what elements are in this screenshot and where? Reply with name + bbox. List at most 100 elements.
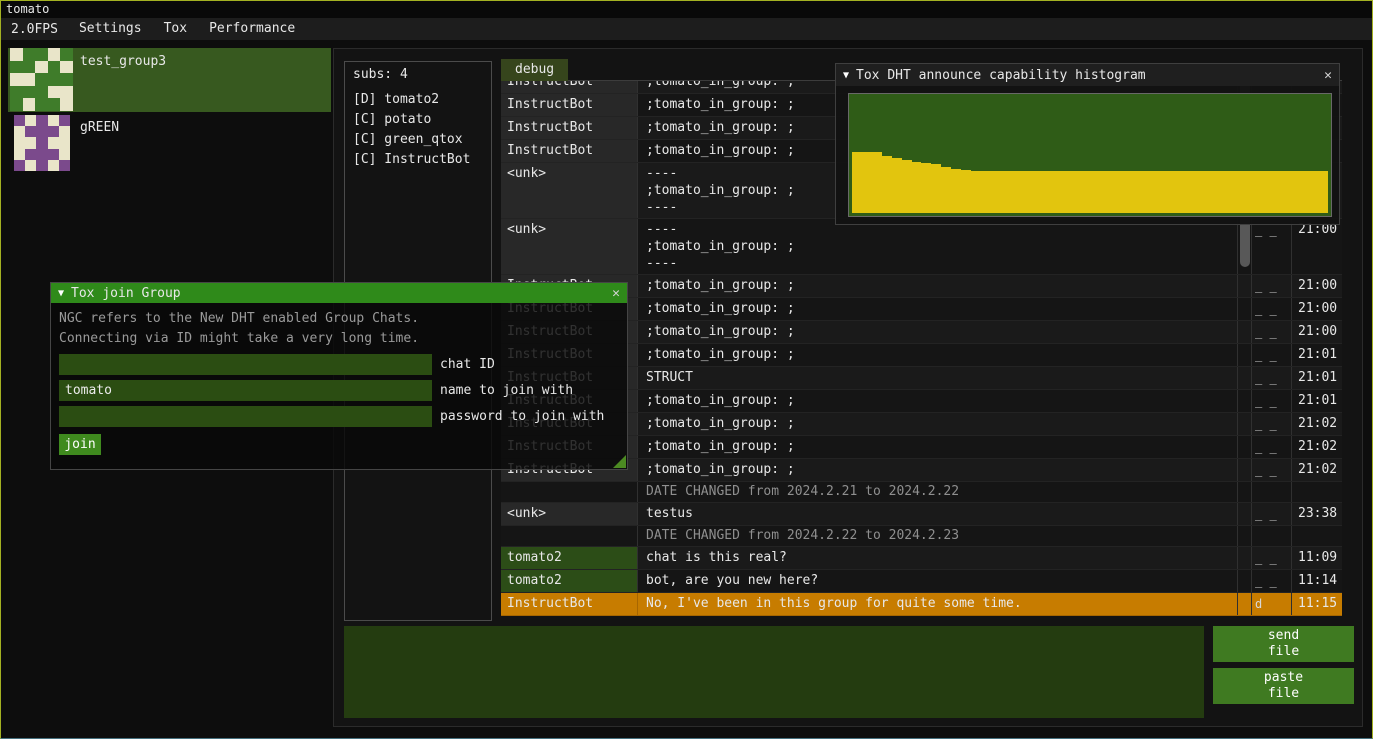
scrollbar-gutter — [1238, 570, 1252, 592]
message-input[interactable] — [344, 626, 1204, 718]
delivery-flags: _ _ — [1252, 570, 1292, 592]
join-button[interactable]: join — [59, 434, 101, 455]
timestamp: 21:00 — [1292, 219, 1342, 274]
sender-name: InstructBot — [501, 81, 638, 93]
group-item-test-group3[interactable]: test_group3 — [8, 48, 331, 112]
group-item-green[interactable]: gREEN — [8, 114, 331, 172]
chat-row[interactable]: tomato2bot, are you new here?_ _11:14 — [501, 570, 1342, 593]
subs-member[interactable]: [C] InstructBot — [353, 150, 483, 170]
message-text: ;tomato_in_group: ; — [638, 436, 1238, 458]
histogram-bar — [1308, 171, 1318, 213]
message-text: ;tomato_in_group: ; — [638, 390, 1238, 412]
menu-performance[interactable]: Performance — [198, 18, 306, 40]
sender-name: InstructBot — [501, 117, 638, 139]
histogram-bar — [1189, 171, 1199, 213]
delivery-flags: _ _ — [1252, 219, 1292, 274]
histogram-bar — [1279, 171, 1289, 213]
histogram-bar — [1298, 171, 1308, 213]
menu-tox[interactable]: Tox — [153, 18, 198, 40]
histogram-bar — [1289, 171, 1299, 213]
close-icon[interactable]: ✕ — [1324, 68, 1332, 83]
histogram-bar — [921, 163, 931, 213]
message-text: ;tomato_in_group: ; — [638, 459, 1238, 481]
subs-member[interactable]: [C] potato — [353, 110, 483, 130]
subs-member[interactable]: [C] green_qtox — [353, 130, 483, 150]
delivery-flags: _ _ — [1252, 547, 1292, 569]
group-name: gREEN — [80, 120, 119, 135]
timestamp: 11:14 — [1292, 570, 1342, 592]
sender-name: InstructBot — [501, 593, 638, 615]
histogram-bar — [941, 167, 951, 213]
histogram-bar — [1160, 171, 1170, 213]
histogram-bar — [1090, 171, 1100, 213]
window-title: Tox join Group — [71, 286, 605, 301]
join-name-input[interactable] — [59, 380, 432, 401]
timestamp — [1292, 526, 1342, 546]
histogram-bar — [961, 170, 971, 213]
scrollbar-gutter — [1238, 275, 1252, 297]
dht-histogram-titlebar[interactable]: ▼ Tox DHT announce capability histogram … — [836, 64, 1339, 86]
delivery-flags: _ _ — [1252, 275, 1292, 297]
message-text: ;tomato_in_group: ; — [638, 321, 1238, 343]
timestamp: 21:01 — [1292, 390, 1342, 412]
subs-member[interactable]: [D] tomato2 — [353, 90, 483, 110]
join-group-titlebar[interactable]: ▼ Tox join Group ✕ — [51, 283, 627, 303]
date-separator[interactable]: DATE CHANGED from 2024.2.21 to 2024.2.22 — [501, 482, 1342, 503]
tab-debug[interactable]: debug — [501, 59, 568, 81]
scrollbar-gutter — [1238, 367, 1252, 389]
scrollbar-gutter — [1238, 547, 1252, 569]
group-name: test_group3 — [80, 54, 166, 69]
message-text: bot, are you new here? — [638, 570, 1238, 592]
message-text: ;tomato_in_group: ; — [638, 298, 1238, 320]
sender-name: <unk> — [501, 219, 638, 274]
chat-row[interactable]: tomato2chat is this real?_ _11:09 — [501, 547, 1342, 570]
chat-row[interactable]: <unk>testus_ _23:38 — [501, 503, 1342, 526]
join-password-input[interactable] — [59, 406, 432, 427]
histogram-bar — [1011, 171, 1021, 213]
delivery-flags: d — [1252, 593, 1292, 615]
send-file-button[interactable]: send file — [1213, 626, 1354, 662]
sender-name — [501, 526, 638, 546]
histogram-bar — [991, 171, 1001, 213]
histogram-bar — [931, 164, 941, 213]
histogram-bar — [1021, 171, 1031, 213]
resize-grip[interactable] — [613, 455, 626, 468]
delivery-flags: _ _ — [1252, 436, 1292, 458]
histogram-bar — [1130, 171, 1140, 213]
histogram-bar — [1140, 171, 1150, 213]
subs-count: subs: 4 — [353, 67, 483, 82]
chat-row[interactable]: InstructBotNo, I've been in this group f… — [501, 593, 1342, 616]
collapse-arrow-icon[interactable]: ▼ — [843, 70, 849, 81]
delivery-flags: _ _ — [1252, 298, 1292, 320]
join-info-line: Connecting via ID might take a very long… — [51, 329, 627, 349]
sender-name: <unk> — [501, 503, 638, 525]
histogram-bar — [1150, 171, 1160, 213]
scrollbar-gutter — [1238, 459, 1252, 481]
histogram-bar — [1080, 171, 1090, 213]
timestamp: 21:00 — [1292, 298, 1342, 320]
histogram-bar — [1100, 171, 1110, 213]
histogram-bar — [882, 156, 892, 213]
histogram-bar — [1219, 171, 1229, 213]
message-text: DATE CHANGED from 2024.2.21 to 2024.2.22 — [638, 482, 1238, 502]
paste-file-button[interactable]: paste file — [1213, 668, 1354, 704]
sender-name: InstructBot — [501, 140, 638, 162]
histogram-bar — [1050, 171, 1060, 213]
histogram-bar — [1060, 171, 1070, 213]
histogram-bar — [1229, 171, 1239, 213]
scrollbar-gutter — [1238, 482, 1252, 502]
chat-id-label: chat ID — [440, 357, 495, 372]
date-separator[interactable]: DATE CHANGED from 2024.2.22 to 2024.2.23 — [501, 526, 1342, 547]
collapse-arrow-icon[interactable]: ▼ — [58, 288, 64, 299]
histogram-bar — [1209, 171, 1219, 213]
histogram-bar — [951, 169, 961, 213]
chat-row[interactable]: <unk>---- ;tomato_in_group: ; ----_ _21:… — [501, 219, 1342, 275]
message-text: ;tomato_in_group: ; — [638, 413, 1238, 435]
histogram-bar — [892, 158, 902, 213]
delivery-flags: _ _ — [1252, 390, 1292, 412]
close-icon[interactable]: ✕ — [612, 286, 620, 301]
menu-settings[interactable]: Settings — [68, 18, 153, 40]
message-text: No, I've been in this group for quite so… — [638, 593, 1238, 615]
message-text: DATE CHANGED from 2024.2.22 to 2024.2.23 — [638, 526, 1238, 546]
chat-id-input[interactable] — [59, 354, 432, 375]
